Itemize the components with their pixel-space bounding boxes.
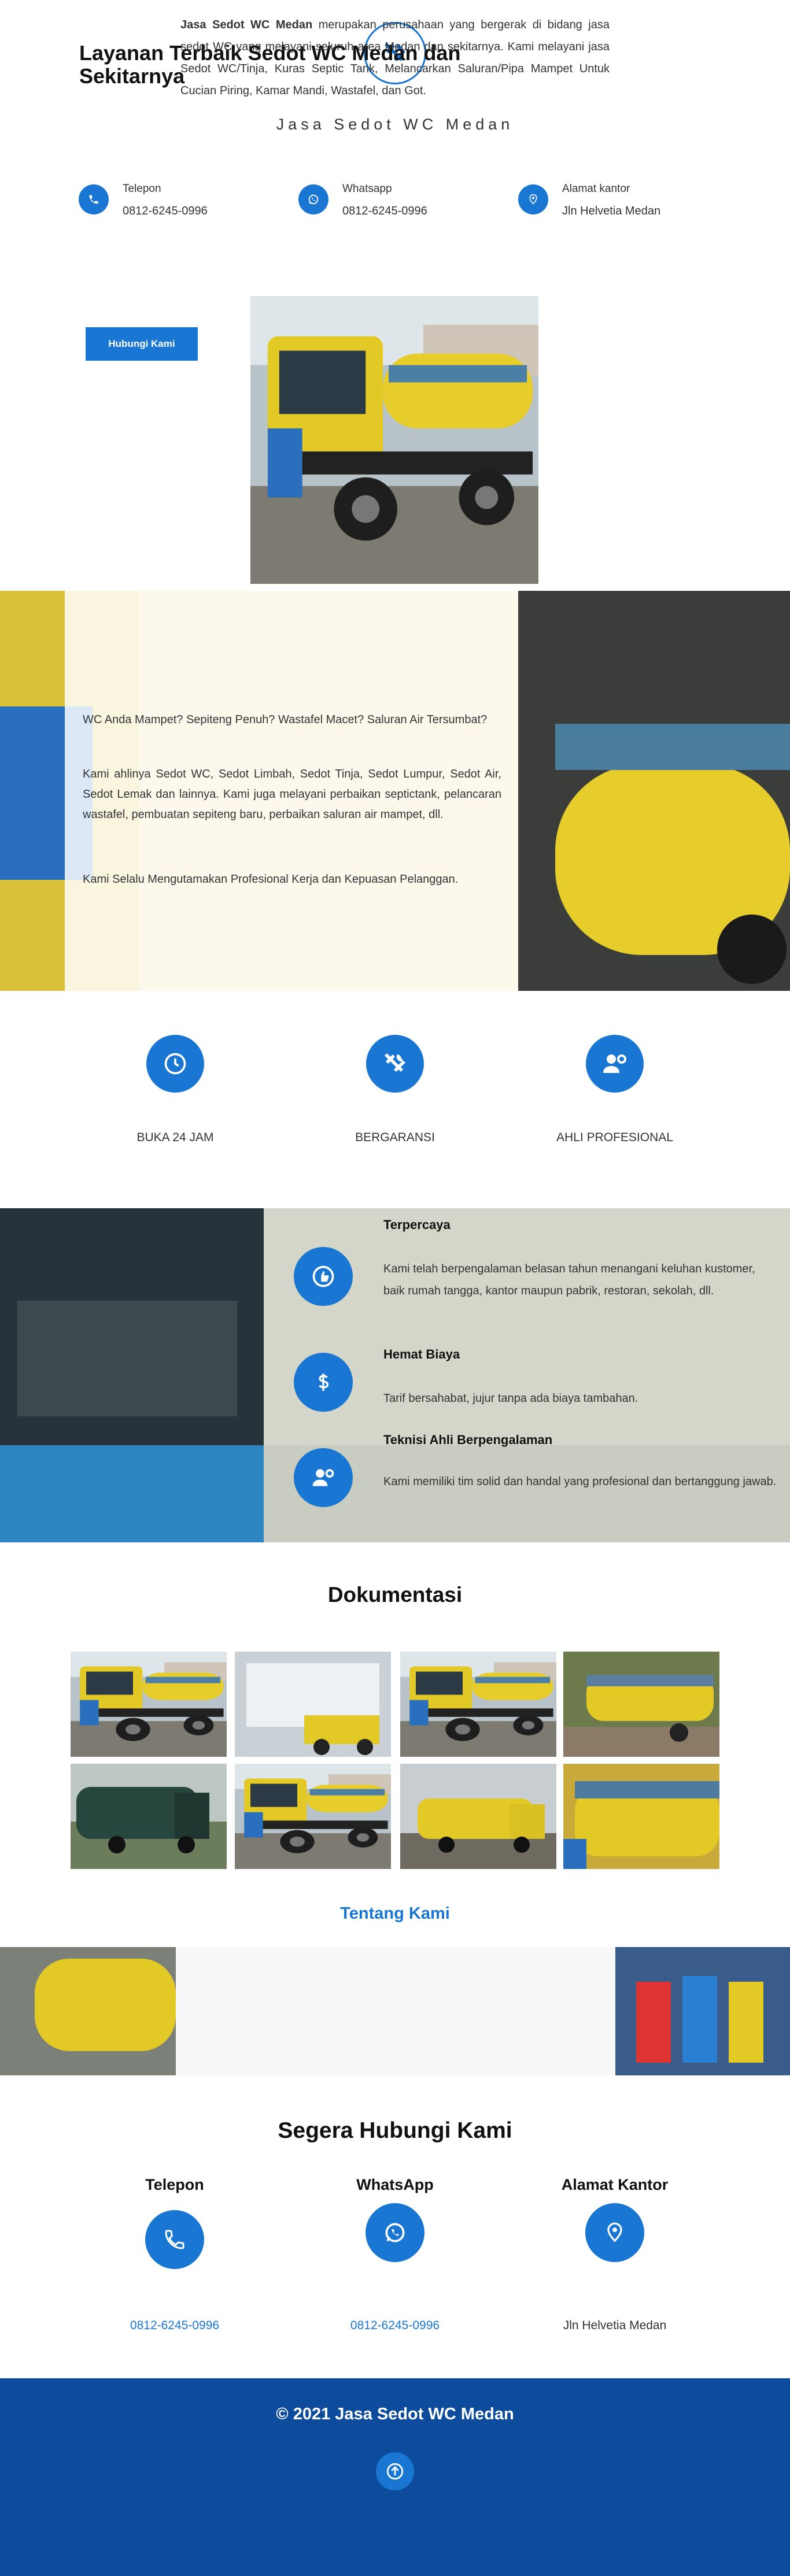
about-title: Tentang Kami [340, 1904, 450, 1923]
contact-column-whatsapp: WhatsApp 0812-6245-0996 [291, 2176, 499, 2333]
contact-column-head: WhatsApp [356, 2176, 434, 2193]
location-pin-icon [518, 184, 548, 214]
services-tagline: Kami Selalu Mengutamakan Profesional Ker… [83, 873, 459, 886]
feature-open-24h: BUKA 24 JAM [88, 1035, 262, 1145]
contact-phone[interactable]: Telepon 0812-6245-0996 [79, 180, 252, 227]
scroll-to-top-button[interactable] [376, 2452, 414, 2490]
phone-icon[interactable] [145, 2210, 204, 2269]
user-gear-icon [586, 1035, 644, 1093]
company-name: Jasa Sedot WC Medan [180, 18, 313, 31]
feature-label: AHLI PROFESIONAL [556, 1131, 673, 1144]
contact-column-head: Telepon [145, 2176, 204, 2193]
why-text: Kami memiliki tim solid dan handal yang … [383, 1475, 777, 1488]
feature-label: BUKA 24 JAM [136, 1131, 214, 1144]
gallery-photo-1[interactable] [71, 1652, 227, 1757]
copyright: © 2021 Jasa Sedot WC Medan [276, 2405, 514, 2423]
arrow-up-icon [386, 2463, 404, 2480]
phone-icon [79, 184, 109, 214]
contact-us-button[interactable]: Hubungi Kami [86, 327, 198, 361]
gallery-photo-4[interactable] [563, 1652, 719, 1757]
hero-truck-photo [250, 296, 539, 584]
contact-label: Whatsapp [342, 183, 392, 195]
documentation-title: Dokumentasi [327, 1583, 463, 1607]
dollar-icon [294, 1353, 353, 1412]
feature-professional: AHLI PROFESIONAL [528, 1035, 702, 1145]
services-description: Kami ahlinya Sedot WC, Sedot Limbah, Sed… [83, 768, 501, 821]
whatsapp-link[interactable]: 0812-6245-0996 [291, 2319, 499, 2333]
contact-value: 0812-6245-0996 [123, 205, 208, 217]
location-pin-icon[interactable] [585, 2203, 644, 2262]
contact-label: Alamat kantor [562, 183, 630, 195]
why-text: Kami telah berpengalaman belasan tahun m… [383, 1263, 755, 1297]
about-text: Jasa Sedot WC Medan merupakan perusahaan… [180, 14, 610, 102]
clock-icon [146, 1035, 204, 1093]
why-text: Tarif bersahabat, jujur tanpa ada biaya … [383, 1392, 638, 1405]
gallery-photo-2[interactable] [235, 1652, 391, 1757]
why-title: Terpercaya [383, 1217, 451, 1232]
gallery-photo-8[interactable] [563, 1764, 719, 1869]
contact-column-address: Alamat Kantor Jln Helvetia Medan [511, 2176, 719, 2333]
contact-title: Segera Hubungi Kami [278, 2118, 512, 2143]
about-panel [176, 1947, 615, 2075]
services-question: WC Anda Mampet? Sepiteng Penuh? Wastafel… [83, 713, 488, 726]
contact-address[interactable]: Alamat kantor Jln Helvetia Medan [518, 180, 692, 227]
user-gear-icon [294, 1448, 353, 1507]
phone-link[interactable]: 0812-6245-0996 [71, 2319, 279, 2333]
site-title: Jasa Sedot WC Medan [276, 116, 514, 133]
about-section [0, 1947, 790, 2075]
contact-whatsapp[interactable]: Whatsapp 0812-6245-0996 [298, 180, 472, 227]
gallery-photo-6[interactable] [235, 1764, 391, 1869]
contact-column-head: Alamat Kantor [561, 2176, 669, 2193]
whatsapp-icon [298, 184, 328, 214]
contact-value: Jln Helvetia Medan [562, 205, 661, 217]
gallery-photo-5[interactable] [71, 1764, 227, 1869]
contact-label: Telepon [123, 183, 161, 195]
address-value: Jln Helvetia Medan [563, 2319, 667, 2332]
why-title: Teknisi Ahli Berpengalaman [383, 1433, 553, 1447]
tools-icon [366, 1035, 424, 1093]
gallery-photo-3[interactable] [400, 1652, 556, 1757]
feature-guarantee: BERGARANSI [308, 1035, 482, 1145]
feature-label: BERGARANSI [355, 1131, 435, 1144]
contact-column-phone: Telepon 0812-6245-0996 [71, 2176, 279, 2333]
contact-value: 0812-6245-0996 [342, 205, 427, 217]
why-title: Hemat Biaya [383, 1347, 460, 1361]
gallery-photo-7[interactable] [400, 1764, 556, 1869]
whatsapp-icon[interactable] [366, 2203, 424, 2262]
thumbs-up-icon [294, 1247, 353, 1306]
